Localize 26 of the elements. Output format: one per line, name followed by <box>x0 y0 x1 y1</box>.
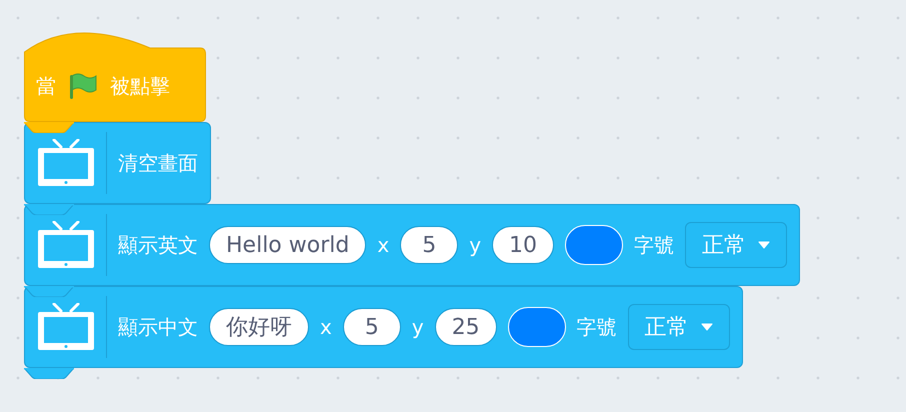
block-label: 字號 <box>576 317 617 337</box>
flag-icon <box>68 72 98 100</box>
block-label: 當 <box>36 76 56 96</box>
tv-icon <box>36 221 94 269</box>
number-input[interactable]: 10 <box>492 226 554 264</box>
block-label: 字號 <box>634 235 674 255</box>
block-label: 顯示英文 <box>118 235 198 255</box>
block-label: 顯示中文 <box>118 317 198 337</box>
text-input[interactable]: Hello world <box>209 226 366 264</box>
block-label: y <box>469 235 482 255</box>
block-label: 清空畫面 <box>118 153 198 173</box>
color-swatch[interactable] <box>565 225 624 265</box>
block-label: x <box>377 235 390 255</box>
block-notch <box>24 368 74 379</box>
block-label: 被點擊 <box>110 76 170 96</box>
caret-icon <box>700 323 713 331</box>
block-label: x <box>320 317 332 337</box>
color-swatch[interactable] <box>508 307 566 347</box>
tv-icon <box>36 139 94 187</box>
caret-icon <box>758 241 770 249</box>
text-input[interactable]: 你好呀 <box>209 308 309 346</box>
block-label: y <box>412 317 424 337</box>
tv-icon <box>36 303 94 351</box>
number-input[interactable]: 5 <box>400 226 458 264</box>
number-input[interactable]: 5 <box>342 308 401 346</box>
number-input[interactable]: 25 <box>434 308 497 346</box>
